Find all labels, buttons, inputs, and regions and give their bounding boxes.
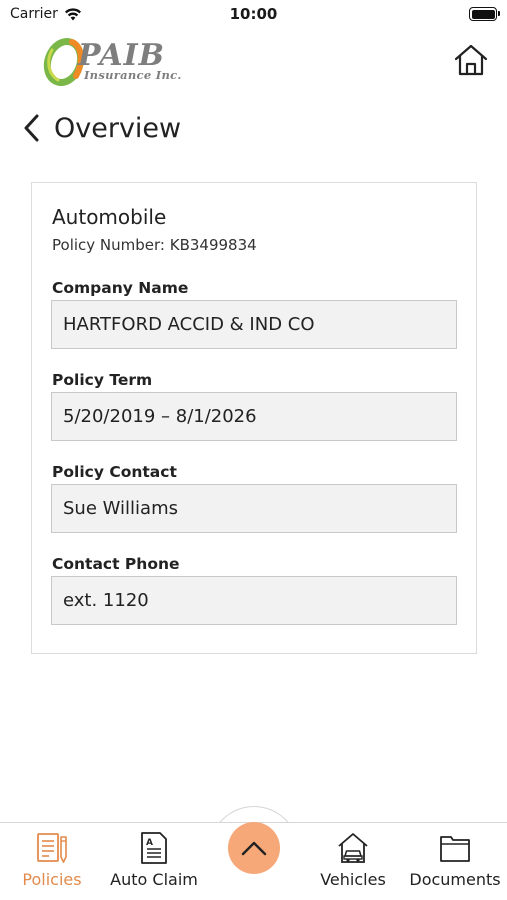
policy-contact-label: Policy Contact (52, 463, 177, 481)
back-button[interactable]: Overview (22, 108, 181, 148)
policy-type: Automobile (52, 205, 167, 229)
company-name-field[interactable]: HARTFORD ACCID & IND CO (51, 300, 457, 349)
tab-documents-label: Documents (409, 870, 501, 889)
svg-text:A: A (146, 838, 153, 848)
auto-claim-icon: A (141, 832, 167, 864)
company-logo: PAIB Insurance Inc. (42, 36, 222, 88)
chevron-left-icon (24, 114, 39, 142)
policy-contact-field[interactable]: Sue Williams (51, 484, 457, 533)
tab-policies[interactable]: Policies (18, 823, 86, 900)
tab-policies-label: Policies (22, 870, 82, 889)
home-icon (454, 44, 488, 76)
expand-menu-button[interactable] (228, 822, 280, 874)
logo-subtitle: Insurance Inc. (84, 68, 182, 82)
policy-term-label: Policy Term (52, 371, 153, 389)
tab-auto-claim-label: Auto Claim (110, 870, 198, 889)
policy-number: Policy Number: KB3499834 (52, 236, 257, 254)
contact-phone-label: Contact Phone (52, 555, 180, 573)
tab-documents[interactable]: Documents (406, 823, 504, 900)
tab-auto-claim[interactable]: A Auto Claim (108, 823, 200, 900)
contact-phone-field[interactable]: ext. 1120 (51, 576, 457, 625)
chevron-up-icon (241, 841, 267, 856)
vehicles-icon (338, 833, 368, 863)
documents-icon (440, 836, 470, 862)
policy-term-field[interactable]: 5/20/2019 – 8/1/2026 (51, 392, 457, 441)
company-name-label: Company Name (52, 279, 189, 297)
page-title: Overview (54, 112, 182, 144)
home-button[interactable] (454, 44, 492, 80)
policy-card: Automobile Policy Number: KB3499834 Comp… (31, 182, 477, 654)
tab-vehicles[interactable]: Vehicles (317, 823, 389, 900)
policies-icon (37, 833, 67, 863)
status-bar: Carrier 10:00 (0, 0, 507, 28)
tab-vehicles-label: Vehicles (320, 870, 386, 889)
status-time: 10:00 (229, 5, 278, 23)
battery-icon (469, 7, 500, 21)
